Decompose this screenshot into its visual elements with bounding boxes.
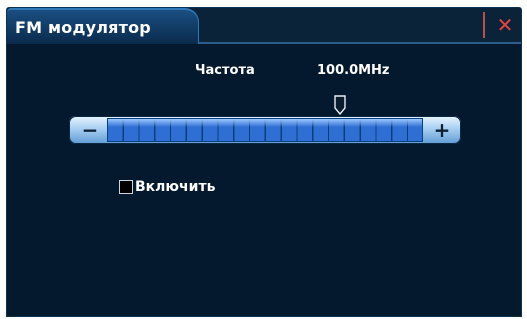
plus-icon: + <box>433 118 451 142</box>
title-tab: FM модулятор <box>7 8 199 44</box>
increase-frequency-button[interactable]: + <box>427 120 457 140</box>
frequency-value: 100.0MHz <box>317 63 390 78</box>
fm-modulator-window: FM модулятор ✕ Частота 100.0MHz − + Вклю… <box>6 7 522 317</box>
slider-thumb[interactable] <box>334 95 347 115</box>
slider-track[interactable] <box>107 95 423 142</box>
enable-label: Включить <box>135 179 216 195</box>
close-separator <box>483 12 485 38</box>
close-button[interactable]: ✕ <box>491 10 519 40</box>
enable-checkbox[interactable] <box>119 180 133 194</box>
window-header: FM модулятор ✕ <box>7 8 521 44</box>
minus-icon: − <box>81 118 99 142</box>
frequency-slider[interactable]: − + <box>69 95 461 144</box>
close-icon: ✕ <box>496 13 514 37</box>
decrease-frequency-button[interactable]: − <box>75 120 105 140</box>
frequency-label: Частота <box>195 63 255 78</box>
enable-toggle[interactable]: Включить <box>119 178 215 196</box>
window-title: FM модулятор <box>15 18 151 37</box>
